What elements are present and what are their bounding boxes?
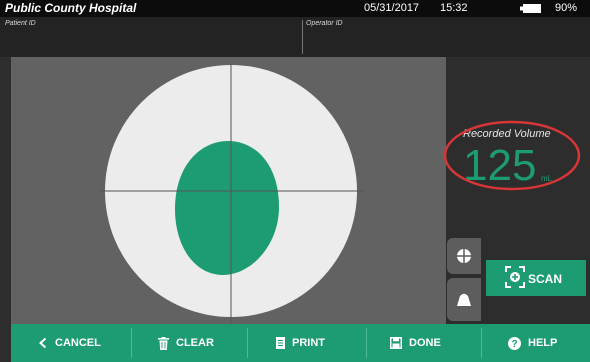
clear-button[interactable]: CLEAR <box>158 324 214 362</box>
aiming-display <box>99 64 364 324</box>
probe-view-tab[interactable] <box>447 278 481 321</box>
hospital-name: Public County Hospital <box>5 1 137 15</box>
scan-button[interactable]: SCAN <box>486 260 586 296</box>
print-button[interactable]: PRINT <box>276 324 325 362</box>
cancel-button[interactable]: CANCEL <box>38 324 101 362</box>
print-icon <box>276 337 285 349</box>
clear-label: CLEAR <box>176 337 214 349</box>
done-label: DONE <box>409 337 441 349</box>
probe-icon <box>457 293 471 306</box>
patient-id-field[interactable]: Patient ID <box>5 20 36 27</box>
battery-icon <box>520 4 541 13</box>
help-icon: ? <box>508 336 521 350</box>
operator-id-field[interactable]: Operator ID <box>306 20 343 27</box>
done-button[interactable]: DONE <box>390 324 441 362</box>
toolbar-divider <box>247 328 248 358</box>
battery-percent: 90% <box>555 2 578 14</box>
svg-text:?: ? <box>511 339 517 350</box>
id-divider <box>302 20 303 54</box>
save-icon <box>390 337 402 349</box>
aim-view-tab[interactable] <box>447 238 481 274</box>
status-bar: Public County Hospital 05/31/2017 15:32 … <box>0 0 590 17</box>
print-label: PRINT <box>292 337 325 349</box>
volume-highlight-ring <box>443 120 581 191</box>
chevron-left-icon <box>39 337 47 349</box>
trash-icon <box>158 336 169 350</box>
crosshair-icon <box>456 248 472 264</box>
toolbar-divider <box>131 328 132 358</box>
date: 05/31/2017 <box>364 2 420 14</box>
help-button[interactable]: ? HELP <box>508 324 557 362</box>
toolbar-divider <box>481 328 482 358</box>
time: 15:32 <box>440 2 468 14</box>
toolbar-divider <box>366 328 367 358</box>
scan-label: SCAN <box>528 272 563 286</box>
scan-icon <box>505 266 525 288</box>
cancel-label: CANCEL <box>55 337 101 349</box>
id-bar: Patient ID Operator ID <box>0 17 590 57</box>
help-label: HELP <box>528 337 558 349</box>
aiming-view <box>11 57 446 324</box>
bottom-toolbar: CANCEL CLEAR PRINT DONE ? HELP <box>11 324 590 362</box>
